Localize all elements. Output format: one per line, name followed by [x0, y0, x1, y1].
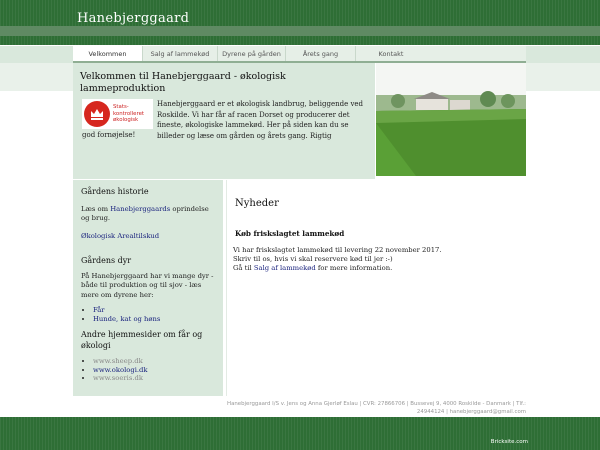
header-band [0, 26, 600, 36]
header-stripe [0, 36, 600, 45]
logo-text-line3: økologisk [113, 117, 139, 124]
welcome-text: Hanebjerggaard er et økologisk landbrug,… [157, 100, 364, 140]
farm-photo [376, 63, 526, 176]
nav-item-aarets-gang[interactable]: Årets gang [286, 46, 356, 61]
other-link-okologi[interactable]: www.okologi.dk [93, 366, 148, 374]
news-line-3-pre: Gå til [233, 264, 254, 273]
areal-link[interactable]: Økologisk Arealtilskud [81, 232, 219, 241]
welcome-title: Velkommen til Hanebjerggaard - økologisk… [80, 71, 286, 94]
footer-text: Hanebjerggaard I/S v. Jens og Anna Gjerl… [160, 400, 526, 416]
animals-text: På Hanebjerggaard har vi mange dyr - båd… [81, 272, 214, 299]
animal-list: Får Hunde, kat og høns [93, 306, 160, 323]
history-link[interactable]: Hanebjerggaards [110, 205, 170, 213]
header-bar: Hanebjerggaard [0, 0, 600, 26]
list-item: Hunde, kat og høns [93, 315, 160, 324]
animals-heading: Gårdens dyr [81, 256, 132, 265]
welcome-box: Velkommen til Hanebjerggaard - økologisk… [73, 63, 375, 179]
other-link-soeris[interactable]: www.soeris.dk [93, 374, 143, 382]
list-item: www.okologi.dk [93, 366, 148, 375]
site-title[interactable]: Hanebjerggaard [77, 11, 189, 26]
animal-link-faar[interactable]: Får [93, 306, 105, 314]
news-title: Nyheder [235, 198, 279, 209]
other-sites-heading: Andre hjemmesider om får og økologi [81, 330, 203, 350]
footer-bar [0, 417, 600, 450]
footer-line-1: Hanebjerggaard I/S v. Jens og Anna Gjerl… [227, 401, 526, 407]
bricksite-credit[interactable]: Bricksite.com [491, 439, 528, 445]
footer-line-2: 24944124 | hanebjerggaard@gmail.com [416, 409, 526, 415]
sidebar: Gårdens historie Læs om Hanebjerggaards … [73, 180, 223, 396]
welcome-text-end: god fornøjelse! [82, 131, 136, 139]
news-subtitle: Køb friskslagtet lammekød [235, 229, 345, 238]
history-text: Læs om Hanebjerggaards oprindelse og bru… [81, 205, 219, 224]
news-line-3: Gå til Salg af lammekød for mere informa… [233, 264, 523, 273]
history-heading: Gårdens historie [81, 187, 149, 196]
news-section: Nyheder Køb friskslagtet lammekød Vi har… [226, 180, 526, 396]
news-line-1: Vi har friskslagtet lammekød til leverin… [233, 246, 442, 254]
right-band-lower [526, 63, 600, 91]
nav-item-kontakt[interactable]: Kontakt [356, 46, 426, 61]
news-line-3-post: for mere information. [315, 264, 393, 273]
main-nav: Velkommen Salg af lammekød Dyrene på går… [73, 46, 526, 61]
left-band-lower [0, 63, 73, 91]
other-link-sheep[interactable]: www.sheep.dk [93, 357, 143, 365]
list-item: www.sheep.dk [93, 357, 148, 366]
nav-item-velkommen[interactable]: Velkommen [73, 46, 143, 61]
news-body: Vi har friskslagtet lammekød til leverin… [233, 246, 523, 274]
stats-organic-logo: Stats- kontrolleret økologisk [82, 99, 153, 129]
nav-item-dyrene[interactable]: Dyrene på gården [218, 46, 286, 61]
crown-icon [84, 101, 110, 127]
list-item: www.soeris.dk [93, 374, 148, 383]
news-sales-link[interactable]: Salg af lammekød [254, 264, 316, 272]
nav-item-salg[interactable]: Salg af lammekød [143, 46, 218, 61]
left-band [0, 46, 73, 63]
history-text-pre: Læs om [81, 205, 111, 213]
animal-link-hunde[interactable]: Hunde, kat og høns [93, 315, 160, 323]
other-sites-list: www.sheep.dk www.okologi.dk www.soeris.d… [93, 357, 148, 383]
list-item: Får [93, 306, 160, 315]
right-band [526, 46, 600, 63]
